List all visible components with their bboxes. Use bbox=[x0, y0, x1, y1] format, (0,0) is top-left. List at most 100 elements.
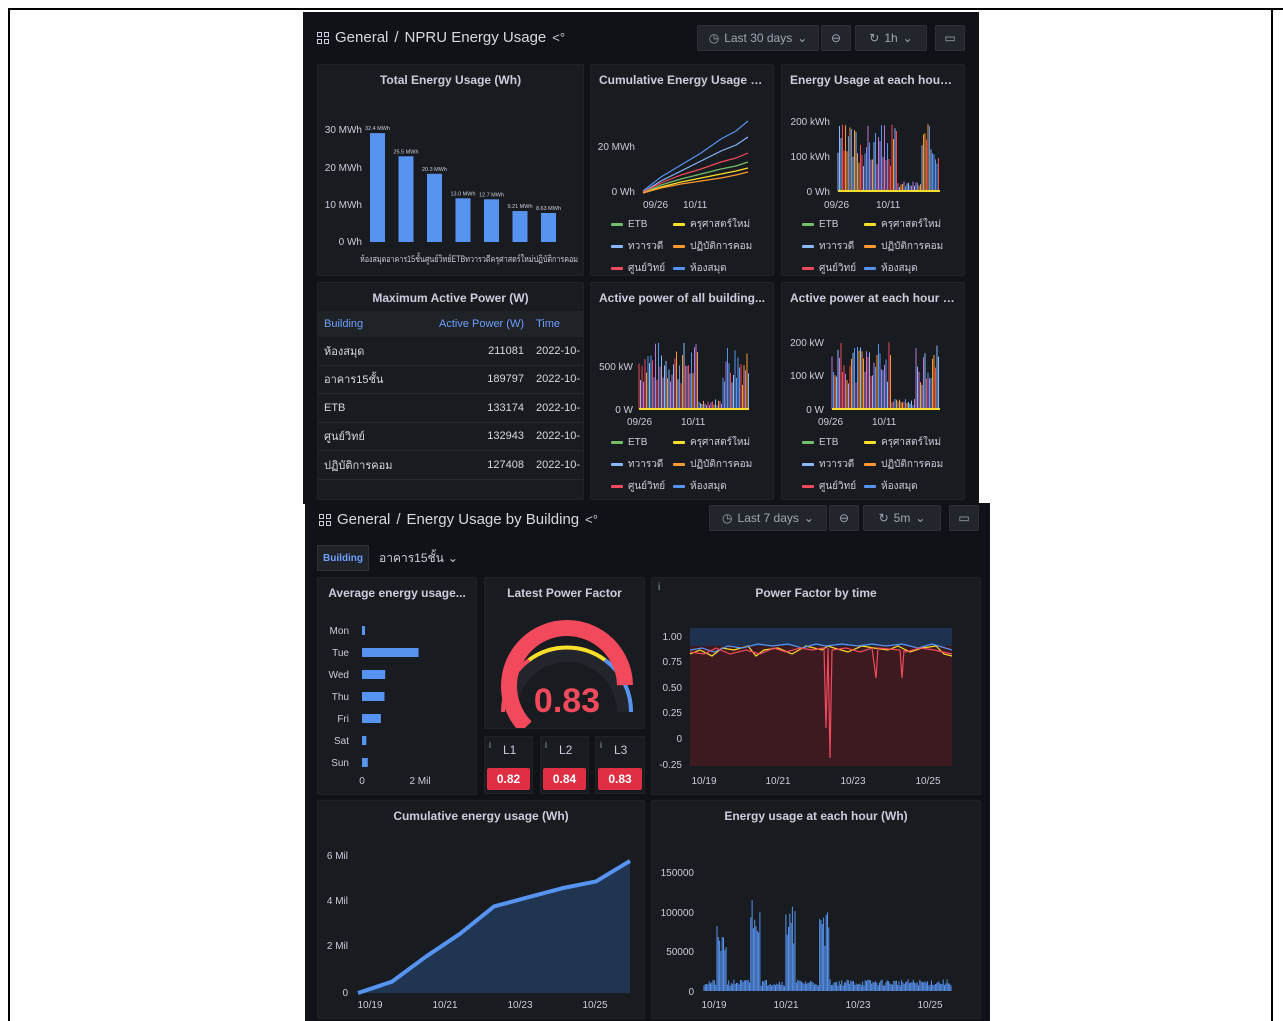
legend-item[interactable]: ครุศาสตร์ใหม่ bbox=[864, 435, 954, 450]
legend-item[interactable]: ทวารวดี bbox=[802, 457, 864, 472]
series-line-library bbox=[642, 120, 749, 192]
cumulative-usage-panel[interactable]: Cumulative energy usage (Wh) 6 Mil 4 Mil… bbox=[317, 800, 645, 1019]
legend-item[interactable]: ทวารวดี bbox=[802, 239, 864, 254]
chevron-down-icon: ⌄ bbox=[902, 31, 913, 45]
active-power-all-panel[interactable]: Active power of all building... 500 kW 0… bbox=[590, 282, 774, 500]
legend-item[interactable]: ETB bbox=[611, 217, 673, 232]
phase-value: 0.84 bbox=[543, 768, 586, 790]
legend-swatch bbox=[864, 485, 876, 488]
legend-item[interactable]: ทวารวดี bbox=[611, 457, 673, 472]
bar[interactable] bbox=[362, 692, 385, 701]
power-factor-gauge-panel[interactable]: Latest Power Factor 0.83 bbox=[484, 577, 645, 729]
share-icon[interactable]: <° bbox=[585, 512, 598, 527]
bar-value-label: 25.5 MWh bbox=[393, 149, 418, 155]
bar[interactable] bbox=[362, 626, 365, 635]
phase-l3-stat[interactable]: i L3 0.83 bbox=[595, 736, 645, 794]
clock-icon: ◷ bbox=[708, 31, 720, 45]
legend-item[interactable]: ปฏิบัติการคอม bbox=[864, 239, 954, 254]
refresh-icon: ↻ bbox=[869, 31, 880, 45]
bar[interactable] bbox=[362, 758, 368, 767]
phase-l2-stat[interactable]: i L2 0.84 bbox=[540, 736, 589, 794]
refresh-picker[interactable]: ↻ 1h ⌄ bbox=[855, 25, 927, 51]
legend-swatch bbox=[611, 223, 623, 226]
legend-item[interactable]: ETB bbox=[802, 217, 864, 232]
phase-l1-stat[interactable]: i L1 0.82 bbox=[484, 736, 533, 794]
tv-mode-button[interactable]: ▭ bbox=[949, 505, 979, 531]
column-header-power[interactable]: Active Power (W) bbox=[423, 318, 530, 330]
legend-item[interactable]: ETB bbox=[802, 435, 864, 450]
power-factor-time-panel[interactable]: i Power Factor by time 1.00 0.75 0.50 0.… bbox=[651, 577, 981, 795]
dashboard-title[interactable]: NPRU Energy Usage bbox=[405, 29, 547, 46]
cell-building: ศูนย์วิทย์ bbox=[324, 431, 365, 444]
legend-item[interactable]: ศูนย์วิทย์ bbox=[611, 261, 673, 275]
max-power-table-panel[interactable]: Maximum Active Power (W) Building Active… bbox=[317, 282, 584, 500]
bar[interactable] bbox=[362, 670, 386, 679]
dashboard-grid-icon bbox=[317, 31, 329, 44]
category-label: Sun bbox=[331, 758, 349, 769]
x-tick: 10/23 bbox=[845, 1000, 870, 1011]
legend-item[interactable]: ห้องสมุด bbox=[864, 479, 954, 494]
tv-mode-button[interactable]: ▭ bbox=[935, 25, 965, 51]
column-header-time[interactable]: Time bbox=[530, 318, 582, 330]
legend-item[interactable]: ปฏิบัติการคอม bbox=[864, 457, 954, 472]
legend: ETB ครุศาสตร์ใหม่ ทวารวดี ปฏิบัติการคอม ศูนย… bbox=[611, 217, 763, 275]
avg-usage-panel[interactable]: Average energy usage... Mon Tue Wed Thu Fri S… bbox=[317, 577, 477, 795]
total-energy-panel[interactable]: Total Energy Usage (Wh) 30 MWh 20 MWh 10… bbox=[317, 64, 584, 276]
x-tick: 10/19 bbox=[357, 1000, 382, 1011]
bar[interactable] bbox=[455, 198, 471, 242]
bar[interactable] bbox=[512, 211, 528, 242]
share-icon[interactable]: <° bbox=[552, 30, 565, 45]
info-icon[interactable]: i bbox=[545, 740, 547, 750]
legend-item[interactable]: ครุศาสตร์ใหม่ bbox=[673, 217, 763, 232]
avg-usage-chart: Mon Tue Wed Thu Fri Sat Sun 0 2 Mil bbox=[329, 626, 431, 787]
legend-swatch bbox=[673, 441, 685, 444]
legend-item[interactable]: ห้องสมุด bbox=[673, 479, 763, 494]
legend-item[interactable]: ETB bbox=[611, 435, 673, 450]
legend-item[interactable]: ห้องสมุด bbox=[673, 261, 763, 275]
cumulative-area bbox=[358, 860, 630, 993]
dashboard-title[interactable]: Energy Usage by Building bbox=[407, 511, 580, 528]
bar[interactable] bbox=[541, 212, 556, 242]
bar[interactable] bbox=[362, 648, 419, 657]
legend-item[interactable]: ศูนย์วิทย์ bbox=[802, 261, 864, 275]
info-icon[interactable]: i bbox=[600, 740, 602, 750]
legend-item[interactable]: ปฏิบัติการคอม bbox=[673, 239, 763, 254]
bar-value-label: 12.7 MWh bbox=[479, 192, 504, 198]
legend: ETB ครุศาสตร์ใหม่ ทวารวดี ปฏิบัติการคอม ศูนย… bbox=[802, 217, 954, 275]
bar[interactable] bbox=[398, 156, 414, 242]
x-tick: 10/11 bbox=[681, 417, 706, 428]
hourly-energy-panel[interactable]: Energy Usage at each hour ... 200 kWh 10… bbox=[781, 64, 965, 276]
cumulative-energy-panel[interactable]: Cumulative Energy Usage a... 20 MWh 0 Wh… bbox=[590, 64, 774, 276]
phase-value: 0.82 bbox=[487, 768, 530, 790]
info-icon[interactable]: i bbox=[489, 740, 491, 750]
active-power-hour-panel[interactable]: Active power at each hour (... 200 kW 10… bbox=[781, 282, 965, 500]
legend-swatch bbox=[864, 267, 876, 270]
hourly-usage-panel[interactable]: Energy usage at each hour (Wh) 150000 10… bbox=[651, 800, 981, 1019]
legend-item[interactable]: ศูนย์วิทย์ bbox=[802, 479, 864, 494]
breadcrumb-folder[interactable]: General bbox=[337, 511, 390, 528]
x-tick: 10/21 bbox=[773, 1000, 798, 1011]
building-variable-select[interactable]: อาคาร15ชั้น ⌄ bbox=[373, 545, 459, 571]
breadcrumb-folder[interactable]: General bbox=[335, 29, 388, 46]
zoom-out-button[interactable]: ⊖ bbox=[821, 25, 851, 51]
time-range-picker[interactable]: ◷ Last 30 days ⌄ bbox=[697, 25, 819, 51]
zoom-out-button[interactable]: ⊖ bbox=[829, 505, 859, 531]
bar[interactable] bbox=[484, 199, 499, 242]
legend-item[interactable]: ครุศาสตร์ใหม่ bbox=[673, 435, 763, 450]
bar[interactable] bbox=[370, 133, 385, 242]
legend-item[interactable]: ศูนย์วิทย์ bbox=[611, 479, 673, 494]
legend-swatch bbox=[802, 485, 814, 488]
legend-item[interactable]: ทวารวดี bbox=[611, 239, 673, 254]
legend-item[interactable]: ห้องสมุด bbox=[864, 261, 954, 275]
column-header-building[interactable]: Building bbox=[318, 318, 423, 330]
category-label: Tue bbox=[332, 648, 349, 659]
bar[interactable] bbox=[362, 714, 381, 723]
x-tick: 10/21 bbox=[432, 1000, 457, 1011]
legend-item[interactable]: ปฏิบัติการคอม bbox=[673, 457, 763, 472]
bar[interactable] bbox=[427, 173, 442, 242]
time-range-picker[interactable]: ◷ Last 7 days ⌄ bbox=[709, 505, 827, 531]
legend-item[interactable]: ครุศาสตร์ใหม่ bbox=[864, 217, 954, 232]
bar[interactable] bbox=[362, 736, 367, 745]
refresh-picker[interactable]: ↻ 5m ⌄ bbox=[863, 505, 941, 531]
legend-swatch bbox=[864, 463, 876, 466]
